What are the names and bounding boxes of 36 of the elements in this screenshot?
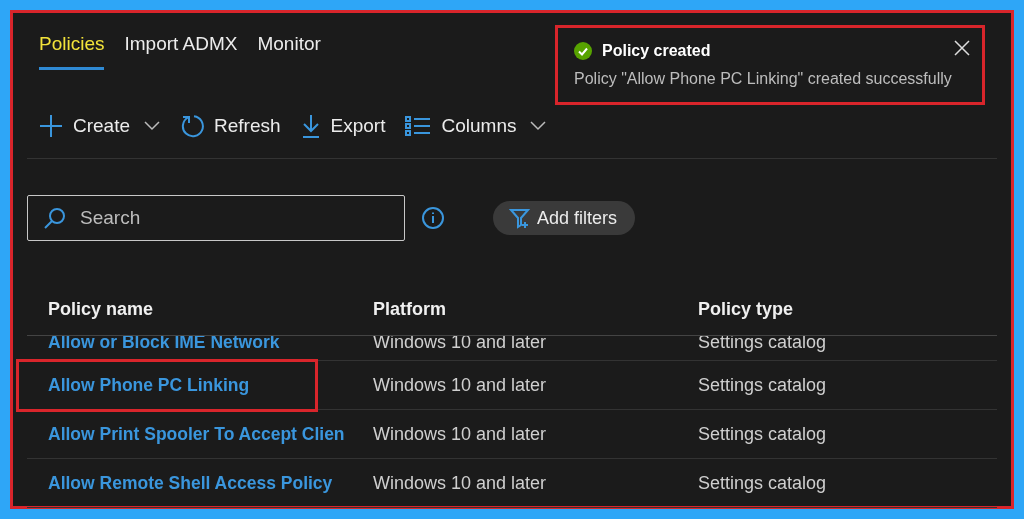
toast-message: Policy "Allow Phone PC Linking" created successfully — [574, 70, 953, 88]
table-cell-text: Windows 10 and later — [372, 423, 548, 445]
close-button[interactable] — [954, 40, 970, 56]
search-field[interactable]: Search — [27, 195, 405, 241]
policy-link[interactable]: Allow or Block IME Network — [33, 336, 280, 354]
list-icon — [405, 115, 432, 137]
toast-title: Policy created — [602, 42, 711, 60]
table-cell-text: Windows 10 and later — [372, 374, 548, 396]
refresh-button[interactable]: Refresh — [180, 114, 281, 138]
tab[interactable]: Monitor — [257, 29, 321, 70]
search-icon — [43, 206, 67, 230]
tab[interactable]: Policies — [39, 29, 105, 70]
column-header: Platform — [372, 298, 447, 320]
create-button[interactable]: Create — [39, 114, 161, 138]
column-header: Policy name — [47, 298, 155, 320]
plus-icon — [39, 114, 63, 138]
table-cell-text: Windows 10 and later — [372, 472, 548, 494]
success-check-icon — [574, 42, 592, 60]
tab[interactable]: Import ADMX — [124, 29, 238, 70]
export-button[interactable]: Export — [300, 114, 386, 138]
close-icon — [954, 40, 970, 56]
policy-link[interactable]: Allow Print Spooler To Accept Clien — [33, 423, 345, 445]
columns-button[interactable]: Columns — [405, 114, 547, 138]
chevron-down-icon — [530, 121, 547, 131]
add-filters-button[interactable]: Add filters — [493, 201, 636, 235]
refresh-icon — [180, 114, 205, 138]
table-cell-text: Settings catalog — [697, 472, 828, 494]
policy-link[interactable]: Allow Remote Shell Access Policy — [33, 472, 333, 494]
table-cell-text: Settings catalog — [697, 423, 828, 445]
column-header: Policy type — [697, 298, 795, 320]
filter-icon — [509, 207, 531, 229]
table-cell-text: Settings catalog — [697, 374, 828, 396]
download-icon — [300, 114, 321, 138]
info-icon — [421, 206, 445, 230]
chevron-down-icon — [144, 121, 161, 131]
policy-link[interactable]: Allow Phone PC Linking — [19, 361, 316, 409]
